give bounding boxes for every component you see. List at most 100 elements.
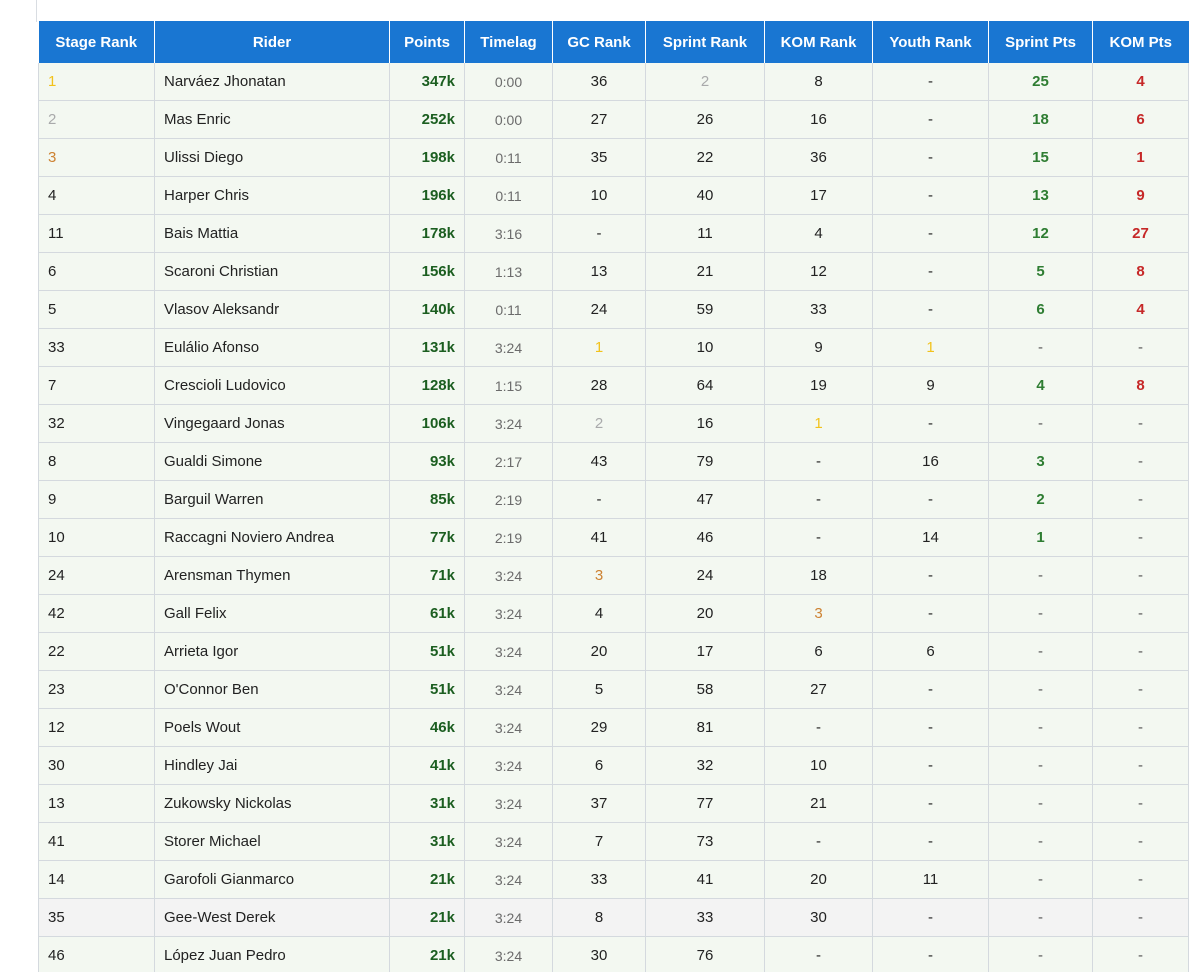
cell-rider-value: Raccagni Noviero Andrea xyxy=(164,529,335,546)
table-row[interactable]: 13 Zukowsky Nickolas 31k 3:24 37 77 21 - - - xyxy=(38,784,1189,823)
cell-rider[interactable]: Gall Felix xyxy=(154,594,390,633)
cell-points-value: 196k xyxy=(421,187,455,204)
header-rider[interactable]: Rider xyxy=(154,21,390,63)
cell-kom-pts-value: 9 xyxy=(1136,187,1145,204)
cell-youth-rank-value: 9 xyxy=(926,377,935,394)
cell-kom-rank-value: 9 xyxy=(814,339,823,356)
cell-timelag-value: 1:15 xyxy=(494,377,523,394)
cell-gc-rank-value: 10 xyxy=(590,187,608,204)
header-youth-rank[interactable]: Youth Rank xyxy=(872,21,989,63)
cell-stage-rank: 3 xyxy=(38,138,155,177)
cell-sprint-rank-value: 17 xyxy=(696,643,714,660)
cell-kom-pts: - xyxy=(1092,594,1189,633)
header-kom-rank[interactable]: KOM Rank xyxy=(764,21,873,63)
table-row[interactable]: 42 Gall Felix 61k 3:24 4 20 3 - - - xyxy=(38,594,1189,633)
cell-timelag: 2:17 xyxy=(464,442,553,481)
cell-rider[interactable]: Raccagni Noviero Andrea xyxy=(154,518,390,557)
table-row[interactable]: 30 Hindley Jai 41k 3:24 6 32 10 - - - xyxy=(38,746,1189,785)
table-row[interactable]: 1 Narváez Jhonatan 347k 0:00 36 2 8 - 25 4 xyxy=(38,63,1189,101)
table-row[interactable]: 41 Storer Michael 31k 3:24 7 73 - - - - xyxy=(38,822,1189,861)
cell-rider-value: Zukowsky Nickolas xyxy=(164,795,292,812)
cell-sprint-pts-value: 15 xyxy=(1032,149,1049,166)
cell-rider-value: Gualdi Simone xyxy=(164,453,263,470)
cell-kom-rank-value: - xyxy=(816,947,821,964)
header-timelag[interactable]: Timelag xyxy=(464,21,553,63)
header-points[interactable]: Points xyxy=(389,21,465,63)
cell-rider[interactable]: Eulálio Afonso xyxy=(154,328,390,367)
cell-rider[interactable]: Gualdi Simone xyxy=(154,442,390,481)
cell-rider[interactable]: Bais Mattia xyxy=(154,214,390,253)
header-sprint-pts[interactable]: Sprint Pts xyxy=(988,21,1093,63)
cell-youth-rank: - xyxy=(872,594,989,633)
table-row[interactable]: 10 Raccagni Noviero Andrea 77k 2:19 41 46 - 14 1… xyxy=(38,518,1189,557)
table-row[interactable]: 23 O'Connor Ben 51k 3:24 5 58 27 - - - xyxy=(38,670,1189,709)
table-row[interactable]: 14 Garofoli Gianmarco 21k 3:24 33 41 20 11 - - xyxy=(38,860,1189,899)
cell-kom-rank: - xyxy=(764,442,873,481)
cell-kom-rank: - xyxy=(764,480,873,519)
header-gc-rank[interactable]: GC Rank xyxy=(552,21,646,63)
cell-rider[interactable]: Scaroni Christian xyxy=(154,252,390,291)
cell-sprint-pts: - xyxy=(988,860,1093,899)
stage-results-table: Stage Rank Rider Points Timelag GC Rank … xyxy=(38,21,1189,972)
cell-gc-rank-value: 6 xyxy=(594,757,604,774)
cell-rider[interactable]: Vlasov Aleksandr xyxy=(154,290,390,329)
cell-kom-rank-value: 33 xyxy=(810,301,827,318)
cell-points-value: 198k xyxy=(421,149,455,166)
cell-gc-rank: 20 xyxy=(552,632,646,671)
table-row[interactable]: 24 Arensman Thymen 71k 3:24 3 24 18 - - - xyxy=(38,556,1189,595)
table-row[interactable]: 6 Scaroni Christian 156k 1:13 13 21 12 - 5 8 xyxy=(38,252,1189,291)
panel-edge xyxy=(36,0,37,22)
cell-rider[interactable]: Arrieta Igor xyxy=(154,632,390,671)
cell-rider[interactable]: López Juan Pedro xyxy=(154,936,390,972)
cell-sprint-rank: 81 xyxy=(645,708,765,747)
cell-kom-rank-value: 18 xyxy=(810,567,827,584)
table-row[interactable]: 9 Barguil Warren 85k 2:19 - 47 - - 2 - xyxy=(38,480,1189,519)
cell-kom-pts: - xyxy=(1092,404,1189,443)
cell-rider[interactable]: Storer Michael xyxy=(154,822,390,861)
cell-kom-pts: - xyxy=(1092,746,1189,785)
table-row[interactable]: 2 Mas Enric 252k 0:00 27 26 16 - 18 6 xyxy=(38,100,1189,139)
cell-rider[interactable]: Ulissi Diego xyxy=(154,138,390,177)
table-row[interactable]: 46 López Juan Pedro 21k 3:24 30 76 - - - - xyxy=(38,936,1189,972)
cell-gc-rank-value: 36 xyxy=(590,73,608,90)
cell-kom-pts-value: - xyxy=(1138,719,1143,736)
cell-rider[interactable]: Mas Enric xyxy=(154,100,390,139)
table-row[interactable]: 7 Crescioli Ludovico 128k 1:15 28 64 19 9 4 8 xyxy=(38,366,1189,405)
cell-rider[interactable]: Zukowsky Nickolas xyxy=(154,784,390,823)
cell-stage-rank-value: 6 xyxy=(48,263,57,280)
cell-rider[interactable]: Arensman Thymen xyxy=(154,556,390,595)
header-sprint-rank[interactable]: Sprint Rank xyxy=(645,21,765,63)
cell-stage-rank: 12 xyxy=(38,708,155,747)
cell-rider[interactable]: Poels Wout xyxy=(154,708,390,747)
cell-rider[interactable]: Narváez Jhonatan xyxy=(154,63,390,101)
cell-rider[interactable]: Harper Chris xyxy=(154,176,390,215)
table-row[interactable]: 3 Ulissi Diego 198k 0:11 35 22 36 - 15 1 xyxy=(38,138,1189,177)
cell-stage-rank: 46 xyxy=(38,936,155,972)
table-row[interactable]: 22 Arrieta Igor 51k 3:24 20 17 6 6 - - xyxy=(38,632,1189,671)
table-row[interactable]: 8 Gualdi Simone 93k 2:17 43 79 - 16 3 - xyxy=(38,442,1189,481)
cell-timelag: 3:24 xyxy=(464,708,553,747)
cell-rider[interactable]: Hindley Jai xyxy=(154,746,390,785)
cell-timelag: 3:24 xyxy=(464,328,553,367)
cell-stage-rank: 14 xyxy=(38,860,155,899)
table-row[interactable]: 4 Harper Chris 196k 0:11 10 40 17 - 13 9 xyxy=(38,176,1189,215)
cell-sprint-pts-value: 25 xyxy=(1032,73,1049,90)
cell-rider[interactable]: Gee-West Derek xyxy=(154,898,390,937)
cell-rider[interactable]: Crescioli Ludovico xyxy=(154,366,390,405)
cell-rider[interactable]: Garofoli Gianmarco xyxy=(154,860,390,899)
table-row[interactable]: 5 Vlasov Aleksandr 140k 0:11 24 59 33 - 6 4 xyxy=(38,290,1189,329)
cell-rider[interactable]: Vingegaard Jonas xyxy=(154,404,390,443)
table-row[interactable]: 32 Vingegaard Jonas 106k 3:24 2 16 1 - - - xyxy=(38,404,1189,443)
cell-rider-value: Arensman Thymen xyxy=(164,567,291,584)
header-kom-pts[interactable]: KOM Pts xyxy=(1092,21,1189,63)
header-stage-rank[interactable]: Stage Rank xyxy=(38,21,155,63)
cell-timelag-value: 3:24 xyxy=(494,947,523,964)
cell-rider[interactable]: Barguil Warren xyxy=(154,480,390,519)
cell-sprint-rank-value: 16 xyxy=(696,415,714,432)
cell-rider[interactable]: O'Connor Ben xyxy=(154,670,390,709)
cell-stage-rank: 35 xyxy=(38,898,155,937)
table-row[interactable]: 11 Bais Mattia 178k 3:16 - 11 4 - 12 27 xyxy=(38,214,1189,253)
table-row[interactable]: 33 Eulálio Afonso 131k 3:24 1 10 9 1 - - xyxy=(38,328,1189,367)
table-row[interactable]: 12 Poels Wout 46k 3:24 29 81 - - - - xyxy=(38,708,1189,747)
table-row[interactable]: 35 Gee-West Derek 21k 3:24 8 33 30 - - - xyxy=(38,898,1189,937)
